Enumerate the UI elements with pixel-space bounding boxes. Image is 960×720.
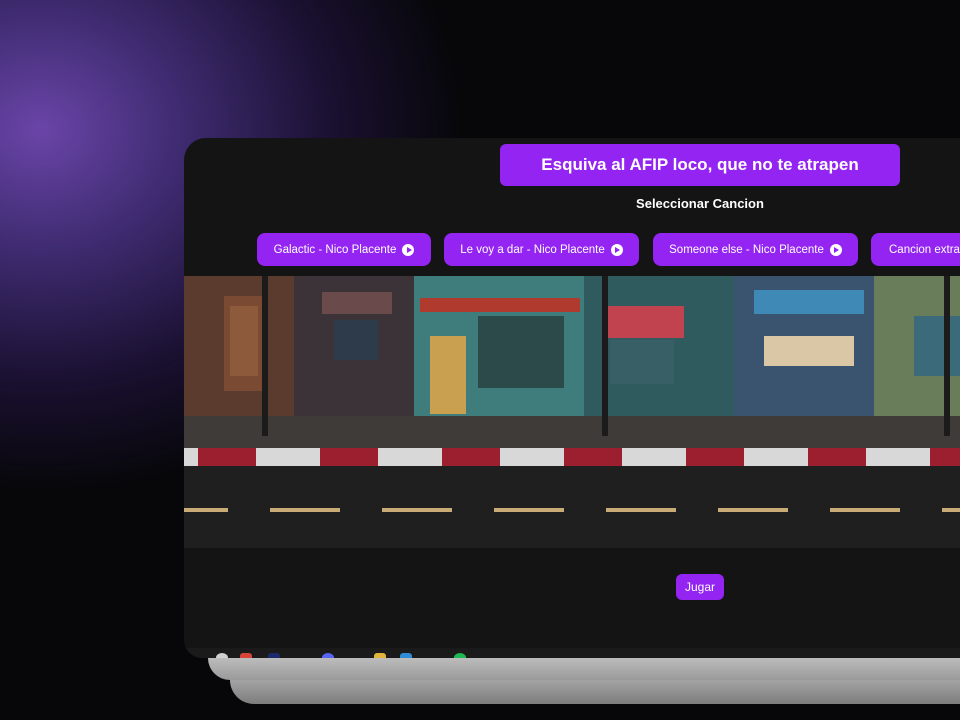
os-taskbar [184,648,960,658]
game-title: Esquiva al AFIP loco, que no te atrapen [500,144,900,186]
street-scene-graphic [184,276,960,548]
song-label: Galactic - Nico Placente [273,243,397,256]
song-button-le-voy-a-dar[interactable]: Le voy a dar - Nico Placente [444,233,639,266]
chrome-icon[interactable] [240,653,252,658]
photoshop-icon[interactable] [268,653,280,658]
street-scene [184,276,960,548]
folder-icon[interactable] [374,653,386,658]
play-circle-icon [610,243,623,256]
select-song-label: Seleccionar Cancion [636,196,764,211]
curb-stripes [184,448,960,466]
play-circle-icon [829,243,842,256]
play-circle-icon [402,243,415,256]
song-button-someone-else[interactable]: Someone else - Nico Placente [653,233,858,266]
song-button-galactic[interactable]: Galactic - Nico Placente [257,233,431,266]
search-icon[interactable] [216,653,228,658]
play-game-button[interactable]: Jugar [676,574,724,600]
vscode-icon[interactable] [400,653,412,658]
song-label: Someone else - Nico Placente [669,243,824,256]
song-label: Cancion extra [889,243,960,256]
spotify-icon[interactable] [454,653,466,658]
song-label: Le voy a dar - Nico Placente [460,243,605,256]
discord-icon[interactable] [322,653,334,658]
app-window: Esquiva al AFIP loco, que no te atrapen … [184,138,960,658]
song-button-extra[interactable]: Cancion extra [871,233,960,266]
